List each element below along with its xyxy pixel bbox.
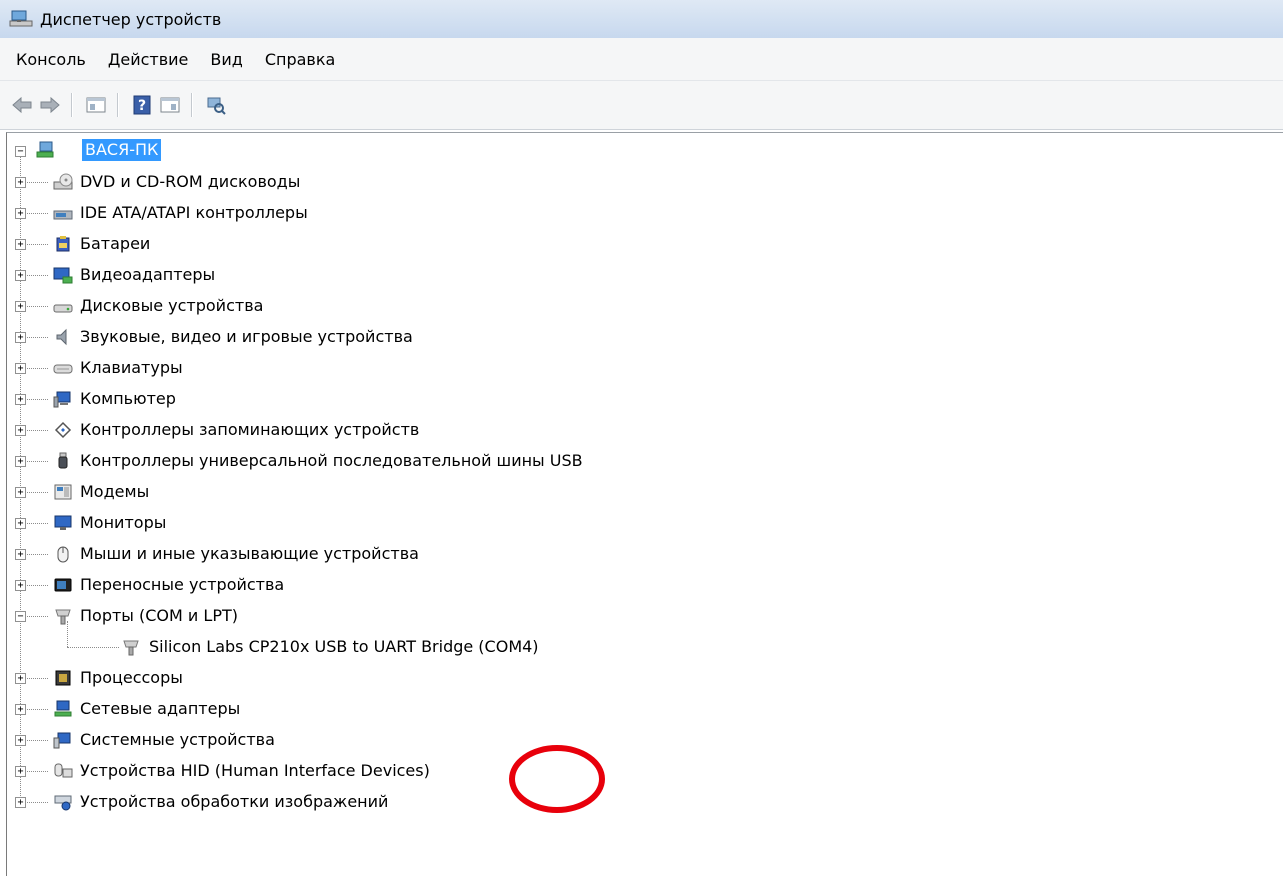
scan-hardware-button[interactable] [205, 94, 227, 116]
device-category-label[interactable]: Звуковые, видео и игровые устройства [80, 326, 413, 348]
device-category-label[interactable]: Порты (COM и LPT) [80, 605, 238, 627]
tree-connector [67, 621, 68, 647]
forward-arrow-icon [40, 96, 60, 114]
network-adapter-icon [53, 699, 73, 719]
device-tree[interactable]: − ВАСЯ-ПК + DVD и CD-ROM дисководы + IDE ATA/… [7, 133, 1283, 876]
modem-icon [53, 482, 73, 502]
expand-toggle[interactable]: + [15, 673, 26, 684]
expand-toggle[interactable]: + [15, 797, 26, 808]
expand-toggle[interactable]: + [15, 394, 26, 405]
device-category-label[interactable]: Дисковые устройства [80, 295, 263, 317]
properties-icon [160, 97, 180, 113]
device-category-label[interactable]: Видеоадаптеры [80, 264, 215, 286]
expand-toggle[interactable]: + [15, 518, 26, 529]
computer-icon [53, 389, 73, 409]
menu-console[interactable]: Консоль [8, 50, 94, 69]
toolbar-separator [117, 93, 119, 117]
properties-button[interactable] [159, 94, 181, 116]
expand-toggle[interactable]: + [15, 766, 26, 777]
port-icon [53, 606, 73, 626]
speaker-icon [53, 327, 73, 347]
portable-device-icon [53, 575, 73, 595]
usb-icon [53, 451, 73, 471]
expand-toggle[interactable]: + [15, 704, 26, 715]
expand-toggle[interactable]: + [15, 580, 26, 591]
ide-controller-icon [53, 203, 73, 223]
device-category-label[interactable]: Переносные устройства [80, 574, 284, 596]
device-tree-pane[interactable]: − ВАСЯ-ПК + DVD и CD-ROM дисководы + IDE ATA/… [6, 132, 1283, 876]
device-category-label[interactable]: Контроллеры запоминающих устройств [80, 419, 419, 441]
toolbar-separator [71, 93, 73, 117]
expand-toggle[interactable]: + [15, 177, 26, 188]
device-category-label[interactable]: Процессоры [80, 667, 183, 689]
tree-root-label[interactable]: ВАСЯ-ПК [82, 139, 162, 161]
help-icon: ? [133, 95, 151, 115]
back-arrow-icon [12, 96, 32, 114]
expand-toggle[interactable]: + [15, 208, 26, 219]
menu-view[interactable]: Вид [202, 50, 250, 69]
device-category-label[interactable]: Мыши и иные указывающие устройства [80, 543, 419, 565]
hid-icon [53, 761, 73, 781]
expand-toggle[interactable]: + [15, 425, 26, 436]
title-bar: Диспетчер устройств [0, 0, 1283, 38]
toolbar: ? [0, 81, 1283, 130]
toolbar-separator [191, 93, 193, 117]
device-category-label[interactable]: Устройства обработки изображений [80, 791, 388, 813]
expand-toggle[interactable]: + [15, 363, 26, 374]
device-category-label[interactable]: Батареи [80, 233, 150, 255]
expand-toggle[interactable]: + [15, 332, 26, 343]
device-category-label[interactable]: Контроллеры универсальной последовательн… [80, 450, 583, 472]
tree-connector [67, 647, 119, 648]
monitor-icon [53, 513, 73, 533]
expand-toggle[interactable]: + [15, 239, 26, 250]
svg-text:?: ? [138, 98, 146, 114]
menu-action[interactable]: Действие [100, 50, 197, 69]
device-category-label[interactable]: Клавиатуры [80, 357, 183, 379]
battery-icon [53, 234, 73, 254]
forward-button[interactable] [39, 94, 61, 116]
expand-toggle[interactable]: + [15, 549, 26, 560]
collapse-toggle[interactable]: − [15, 611, 26, 622]
device-category-label[interactable]: Модемы [80, 481, 149, 503]
back-button[interactable] [11, 94, 33, 116]
show-hide-tree-icon [86, 97, 106, 113]
processor-icon [53, 668, 73, 688]
disk-drive-icon [53, 296, 73, 316]
device-category-label[interactable]: Сетевые адаптеры [80, 698, 240, 720]
collapse-toggle[interactable]: − [15, 146, 26, 157]
computer-network-icon [35, 139, 55, 159]
device-category-label[interactable]: DVD и CD-ROM дисководы [80, 171, 300, 193]
device-category-label[interactable]: Системные устройства [80, 729, 275, 751]
help-button[interactable]: ? [131, 94, 153, 116]
menu-bar: Консоль Действие Вид Справка [0, 38, 1283, 81]
display-adapter-icon [53, 265, 73, 285]
window-title: Диспетчер устройств [40, 9, 222, 29]
expand-toggle[interactable]: + [15, 301, 26, 312]
imaging-device-icon [53, 792, 73, 812]
device-category-label[interactable]: Устройства HID (Human Interface Devices) [80, 760, 430, 782]
keyboard-icon [53, 358, 73, 378]
port-icon [121, 637, 141, 657]
expand-toggle[interactable]: + [15, 270, 26, 281]
device-category-label[interactable]: Мониторы [80, 512, 166, 534]
system-device-icon [53, 730, 73, 750]
menu-help[interactable]: Справка [257, 50, 344, 69]
device-category-label[interactable]: Компьютер [80, 388, 176, 410]
mouse-icon [53, 544, 73, 564]
device-item-label[interactable]: Silicon Labs CP210x USB to UART Bridge (… [149, 636, 539, 658]
show-hide-tree-button[interactable] [85, 94, 107, 116]
expand-toggle[interactable]: + [15, 456, 26, 467]
storage-controller-icon [53, 420, 73, 440]
expand-toggle[interactable]: + [15, 487, 26, 498]
scan-hardware-icon [207, 97, 226, 115]
device-category-label[interactable]: IDE ATA/ATAPI контроллеры [80, 202, 308, 224]
device-manager-icon [9, 10, 33, 27]
dvd-drive-icon [53, 172, 73, 192]
expand-toggle[interactable]: + [15, 735, 26, 746]
